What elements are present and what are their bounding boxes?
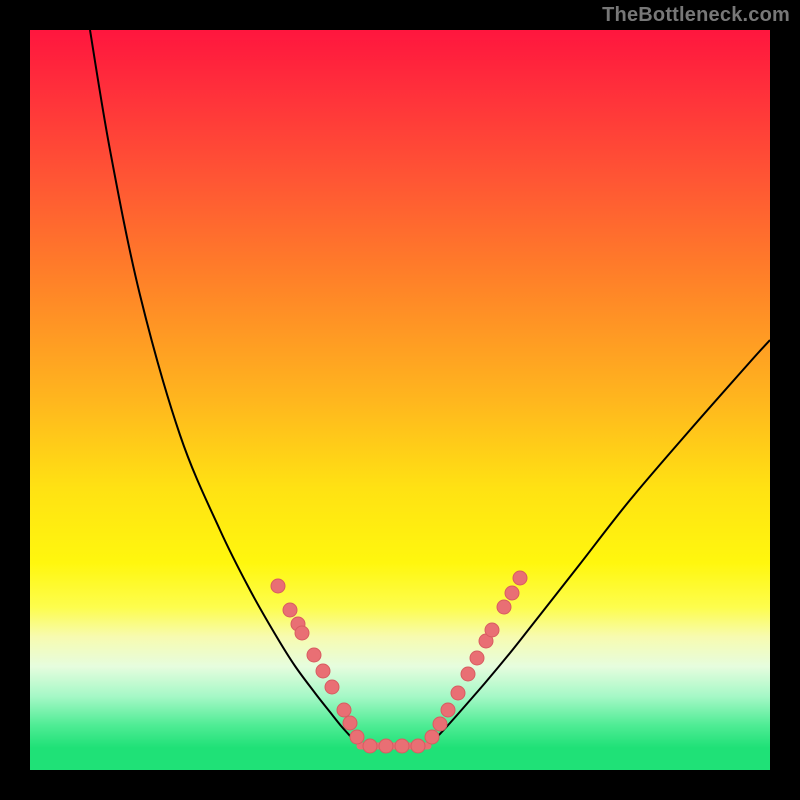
watermark-text: TheBottleneck.com [602,4,790,27]
data-point [379,739,393,753]
data-point [425,730,439,744]
data-point [451,686,465,700]
data-point [497,600,511,614]
data-point [411,739,425,753]
data-point [485,623,499,637]
chart-frame: TheBottleneck.com [0,0,800,800]
data-point [337,703,351,717]
data-point [325,680,339,694]
data-point [343,716,357,730]
data-point [433,717,447,731]
data-point [307,648,321,662]
data-point [461,667,475,681]
data-points [271,571,527,753]
data-point [441,703,455,717]
data-point [350,730,364,744]
data-point [363,739,377,753]
data-point [283,603,297,617]
data-point [395,739,409,753]
plot-area [30,30,770,770]
curve-right [428,340,770,746]
data-point [295,626,309,640]
data-point [513,571,527,585]
data-point [470,651,484,665]
curve-left [90,30,360,746]
chart-svg [30,30,770,770]
data-point [271,579,285,593]
data-point [505,586,519,600]
data-point [316,664,330,678]
